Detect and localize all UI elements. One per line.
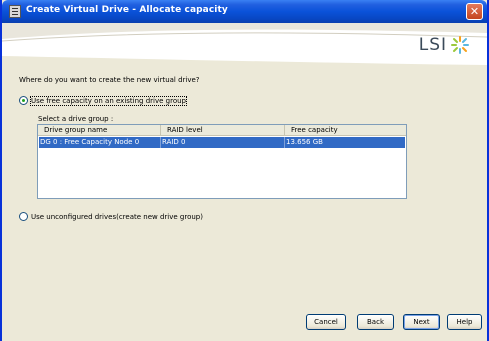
cancel-button[interactable]: Cancel [306, 314, 346, 330]
dialog-window: Create Virtual Drive - Allocate capacity… [0, 0, 489, 341]
app-icon [9, 5, 21, 18]
column-header-drive-group-name[interactable]: Drive group name [38, 125, 161, 136]
cell-drive-group-name: DG 0 : Free Capacity Node 0 [39, 137, 161, 148]
button-bar: Cancel Back Next Help [2, 305, 487, 341]
option-existing-drive-group[interactable]: Use free capacity on an existing drive g… [19, 95, 187, 106]
radio-unconfigured-drives[interactable] [19, 212, 28, 221]
option-unconfigured-drives[interactable]: Use unconfigured drives(create new drive… [19, 212, 203, 221]
next-button[interactable]: Next [403, 314, 440, 330]
cell-raid-level: RAID 0 [161, 137, 285, 148]
lsi-logo: LSI [419, 35, 469, 55]
drive-group-table[interactable]: Drive group name RAID level Free capacit… [37, 124, 407, 199]
lsi-starburst-icon [451, 36, 469, 54]
header-banner: LSI [2, 23, 487, 68]
logo-text: LSI [418, 35, 447, 55]
window-title: Create Virtual Drive - Allocate capacity [26, 5, 228, 15]
placement-question: Where do you want to create the new virt… [19, 76, 200, 84]
title-bar[interactable]: Create Virtual Drive - Allocate capacity… [2, 0, 487, 23]
radio-existing-drive-group[interactable] [19, 96, 28, 105]
option-existing-label[interactable]: Use free capacity on an existing drive g… [30, 95, 187, 106]
select-drive-group-label: Select a drive group : [38, 115, 114, 123]
table-row[interactable]: DG 0 : Free Capacity Node 0 RAID 0 13.65… [39, 137, 405, 148]
banner-wave-graphic [2, 23, 487, 68]
close-icon: ✕ [469, 5, 480, 18]
option-unconfigured-label[interactable]: Use unconfigured drives(create new drive… [31, 213, 203, 221]
help-button[interactable]: Help [447, 314, 482, 330]
back-button[interactable]: Back [357, 314, 394, 330]
table-header: Drive group name RAID level Free capacit… [38, 125, 406, 136]
cell-free-capacity: 13.656 GB [286, 138, 323, 146]
column-header-raid-level[interactable]: RAID level [161, 125, 285, 136]
close-button[interactable]: ✕ [466, 3, 483, 20]
column-header-free-capacity[interactable]: Free capacity [285, 125, 406, 136]
content-panel: Where do you want to create the new virt… [2, 68, 487, 305]
